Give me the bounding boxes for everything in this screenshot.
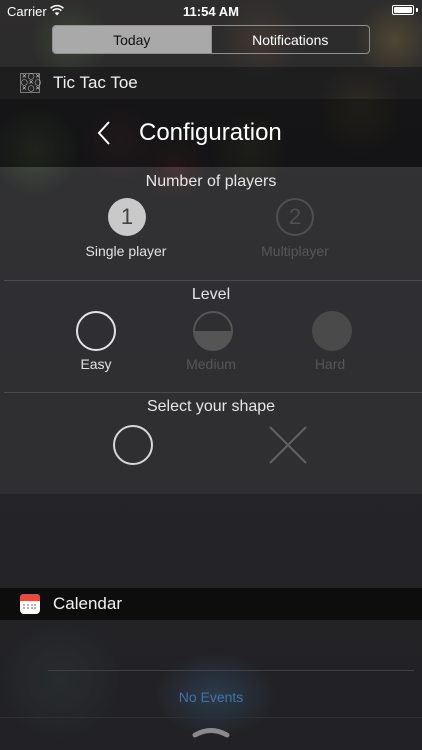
- battery-icon: [392, 5, 414, 15]
- no-events-label: No Events: [178, 689, 244, 705]
- level-hard-label: Hard: [314, 356, 346, 372]
- grabber-handle-icon[interactable]: [192, 724, 230, 738]
- divider: [0, 717, 422, 718]
- level-medium-label: Medium: [186, 356, 236, 372]
- divider: [4, 392, 422, 393]
- tab-notifications[interactable]: Notifications: [210, 26, 370, 53]
- widget-title: Calendar: [53, 594, 122, 613]
- tab-today[interactable]: Today: [53, 26, 211, 53]
- tic-tac-toe-icon: ✕ ◯ ✕ ◯ ✕ ◯ ✕ ◯ ✕: [20, 73, 42, 93]
- calendar-widget-header[interactable]: Calendar: [0, 588, 422, 620]
- single-player-button[interactable]: 1: [108, 198, 146, 236]
- level-section-title: Level: [191, 286, 231, 303]
- clock-label: 11:54 AM: [183, 4, 239, 19]
- page-title: Configuration: [139, 119, 282, 146]
- today-notifications-tabs: Today Notifications: [52, 25, 370, 54]
- level-hard-button[interactable]: [312, 311, 352, 351]
- tic-tac-toe-widget-header[interactable]: ✕ ◯ ✕ ◯ ✕ ◯ ✕ ◯ ✕ Tic Tac Toe: [0, 67, 422, 99]
- shape-circle-button[interactable]: [113, 425, 153, 465]
- players-section-title: Number of players: [145, 173, 277, 190]
- widget-title: Tic Tac Toe: [53, 73, 138, 92]
- configuration-bar: Configuration: [0, 99, 422, 167]
- shape-cross-button[interactable]: [268, 425, 308, 465]
- back-chevron-icon[interactable]: [96, 120, 112, 146]
- battery-tip: [416, 8, 418, 12]
- calendar-widget-body: No Events: [0, 620, 422, 750]
- multiplayer-button[interactable]: 2: [276, 198, 314, 236]
- single-player-label: Single player: [85, 243, 167, 259]
- multiplayer-label: Multiplayer: [261, 243, 329, 259]
- status-bar: Carrier 11:54 AM: [0, 0, 422, 22]
- level-easy-label: Easy: [80, 356, 112, 372]
- configuration-panel: Number of players 1 Single player 2 Mult…: [0, 167, 422, 494]
- level-medium-button[interactable]: [193, 311, 233, 351]
- battery-fill: [394, 7, 412, 13]
- divider: [4, 280, 422, 281]
- shape-section-title: Select your shape: [146, 398, 276, 415]
- calendar-icon: [20, 594, 40, 614]
- level-easy-button[interactable]: [76, 311, 116, 351]
